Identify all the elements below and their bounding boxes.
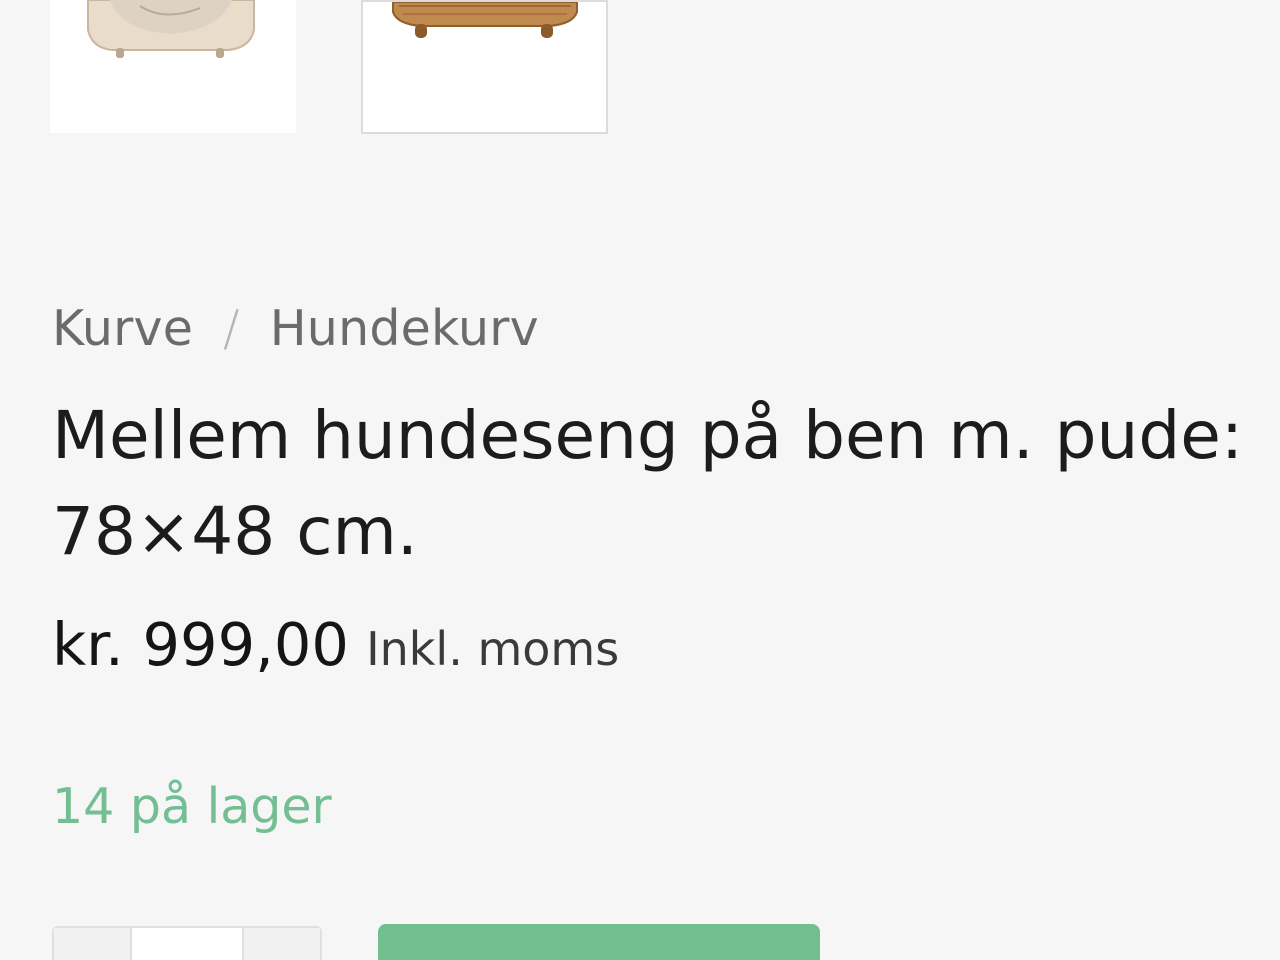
quantity-decrease-button[interactable] bbox=[54, 928, 132, 960]
product-thumbnail-2[interactable] bbox=[361, 0, 608, 134]
natural-wicker-dog-bed-icon bbox=[392, 2, 578, 38]
breadcrumb-item-hundekurv[interactable]: Hundekurv bbox=[270, 300, 539, 357]
breadcrumb-item-kurve[interactable]: Kurve bbox=[52, 300, 193, 357]
quantity-stepper bbox=[52, 926, 322, 960]
quantity-input[interactable] bbox=[132, 928, 242, 960]
product-price: kr. 999,00 Inkl. moms bbox=[52, 610, 619, 679]
product-page: Kurve / Hundekurv Mellem hundeseng på ben … bbox=[0, 0, 1280, 960]
quantity-increase-button[interactable] bbox=[242, 928, 320, 960]
product-thumbnail-1[interactable] bbox=[50, 0, 296, 133]
price-amount: kr. 999,00 bbox=[52, 610, 349, 679]
price-tax-note: Inkl. moms bbox=[366, 622, 620, 676]
add-to-cart-button[interactable] bbox=[378, 924, 820, 960]
product-title: Mellem hundeseng på ben m. pude: 78×48 c… bbox=[52, 397, 1244, 570]
cream-wicker-dog-bed-icon bbox=[87, 0, 255, 58]
stock-status: 14 på lager bbox=[52, 778, 332, 835]
breadcrumb-separator: / bbox=[223, 300, 240, 357]
breadcrumb: Kurve / Hundekurv bbox=[52, 300, 539, 357]
